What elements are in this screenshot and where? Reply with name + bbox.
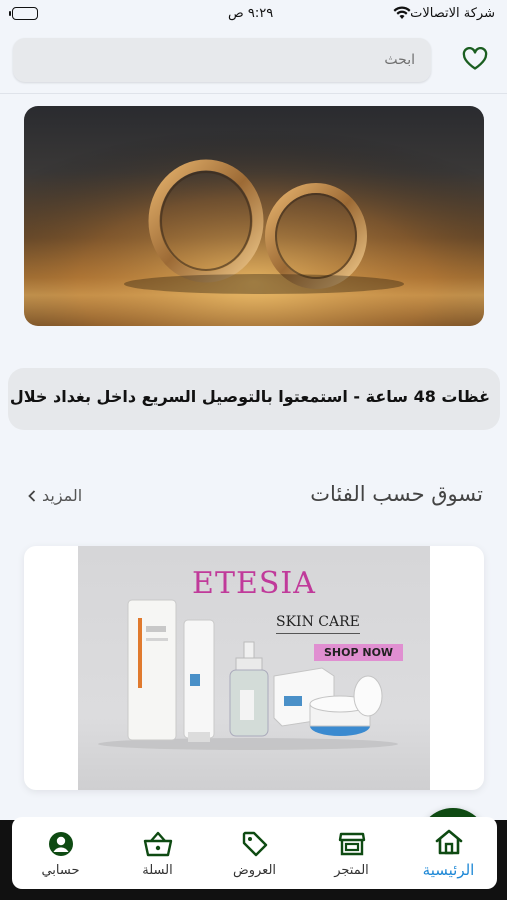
more-label: المزيد	[42, 486, 83, 505]
status-time: ٩:٢٩ ص	[228, 6, 274, 21]
ticker-text: غظات 48 ساعة - استمعتوا بالتوصيل السريع …	[9, 387, 490, 406]
category-card[interactable]: ETESIA SKIN CARE SHOP NOW	[24, 546, 484, 790]
shop-now-badge: SHOP NOW	[314, 644, 404, 661]
search-box[interactable]	[13, 38, 431, 82]
store-icon	[338, 832, 365, 855]
account-icon	[48, 831, 73, 856]
announcement-ticker: غظات 48 ساعة - استمعتوا بالتوصيل السريع …	[8, 368, 500, 430]
nav-item-offers[interactable]: العروض	[215, 829, 295, 878]
main-content: غظات 48 ساعة - استمعتوا بالتوصيل السريع …	[0, 94, 507, 820]
favorites-button[interactable]	[458, 42, 492, 76]
nav-item-home[interactable]: الرئيسية	[409, 827, 489, 879]
nav-label-home: الرئيسية	[422, 861, 475, 879]
section-title: تسوق حسب الفئات	[310, 482, 483, 506]
more-link[interactable]: المزيد	[28, 486, 82, 505]
brand-title: ETESIA	[192, 566, 316, 601]
wifi-icon	[393, 5, 411, 24]
nav-item-store[interactable]: المتجر	[312, 829, 392, 878]
category-subtitle: SKIN CARE	[276, 614, 360, 634]
nav-label-cart: السلة	[142, 862, 173, 878]
heart-icon	[462, 47, 488, 70]
status-bar: شركة الاتصالات ٩:٢٩ ص	[0, 0, 507, 30]
carrier-name: شركة الاتصالات	[410, 6, 495, 21]
home-icon	[435, 829, 462, 855]
nav-label-offers: العروض	[233, 862, 277, 878]
tag-icon	[242, 831, 267, 856]
nav-label-store: المتجر	[334, 862, 369, 878]
search-input[interactable]	[13, 38, 431, 82]
battery-icon	[9, 7, 38, 20]
header	[0, 30, 507, 94]
chevron-left-icon	[28, 489, 36, 502]
nav-item-account[interactable]: حسابي	[21, 829, 101, 878]
basket-icon	[143, 831, 172, 856]
nav-label-account: حسابي	[41, 862, 80, 878]
bottom-nav: الرئيسية المتجر العروض السلة حسابي	[12, 817, 497, 889]
promo-banner[interactable]	[24, 106, 484, 326]
nav-item-cart[interactable]: السلة	[118, 829, 198, 878]
category-image: ETESIA SKIN CARE SHOP NOW	[78, 546, 430, 790]
